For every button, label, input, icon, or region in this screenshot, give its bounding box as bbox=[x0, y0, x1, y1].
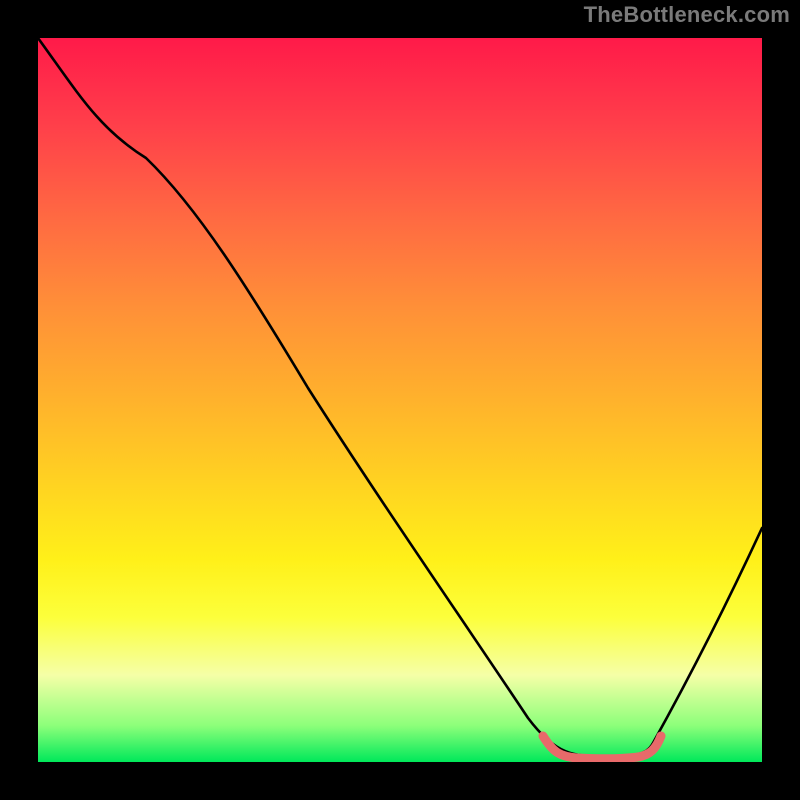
curve-layer bbox=[38, 38, 762, 762]
plot-area bbox=[38, 38, 762, 762]
main-curve bbox=[38, 38, 762, 756]
watermark-text: TheBottleneck.com bbox=[584, 2, 790, 28]
chart-frame: TheBottleneck.com bbox=[0, 0, 800, 800]
valley-highlight bbox=[543, 736, 661, 759]
